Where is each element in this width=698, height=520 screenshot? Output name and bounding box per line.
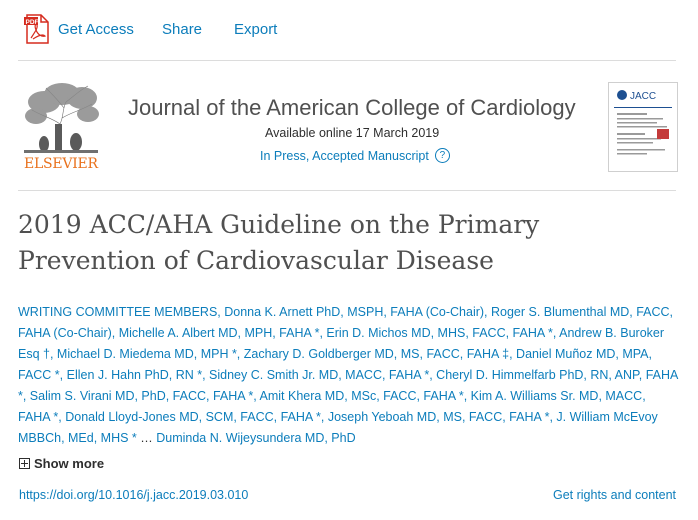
elsevier-logo[interactable]: ELSEVIER: [22, 80, 100, 172]
author-names[interactable]: WRITING COMMITTEE MEMBERS, Donna K. Arne…: [18, 305, 678, 445]
plus-icon: [19, 458, 30, 469]
article-title-line-2: Prevention of Cardiovascular Disease: [18, 246, 494, 275]
article-status-label: In Press, Accepted Manuscript: [260, 148, 429, 163]
header-divider: [18, 190, 676, 191]
rights-and-content-link[interactable]: Get rights and content: [553, 488, 676, 502]
journal-title[interactable]: Journal of the American College of Cardi…: [128, 95, 588, 121]
journal-cover-thumbnail[interactable]: JACC: [608, 82, 678, 172]
author-list[interactable]: WRITING COMMITTEE MEMBERS, Donna K. Arne…: [18, 302, 680, 449]
author-ellipsis: …: [136, 431, 157, 445]
toolbar-divider: [18, 60, 676, 61]
show-more-button[interactable]: Show more: [19, 456, 104, 471]
article-status: In Press, Accepted Manuscript ?: [260, 148, 450, 163]
export-button[interactable]: Export: [234, 21, 277, 38]
article-toolbar: PDF Get Access Share Export: [0, 0, 698, 60]
article-title-line-1: 2019 ACC/AHA Guideline on the Primary: [18, 210, 540, 239]
help-icon[interactable]: ?: [434, 148, 450, 163]
available-online-date: Available online 17 March 2019: [265, 126, 440, 140]
article-title: 2019 ACC/AHA Guideline on the Primary Pr…: [18, 207, 618, 279]
get-access-button[interactable]: Get Access: [58, 21, 134, 38]
show-more-label: Show more: [34, 456, 105, 471]
elsevier-wordmark: ELSEVIER: [24, 156, 98, 172]
cover-journal-label: JACC: [630, 91, 656, 102]
doi-link[interactable]: https://doi.org/10.1016/j.jacc.2019.03.0…: [19, 488, 248, 502]
last-author[interactable]: Duminda N. Wijeysundera MD, PhD: [156, 431, 355, 445]
share-button[interactable]: Share: [162, 21, 202, 38]
pdf-icon[interactable]: PDF: [24, 14, 50, 44]
